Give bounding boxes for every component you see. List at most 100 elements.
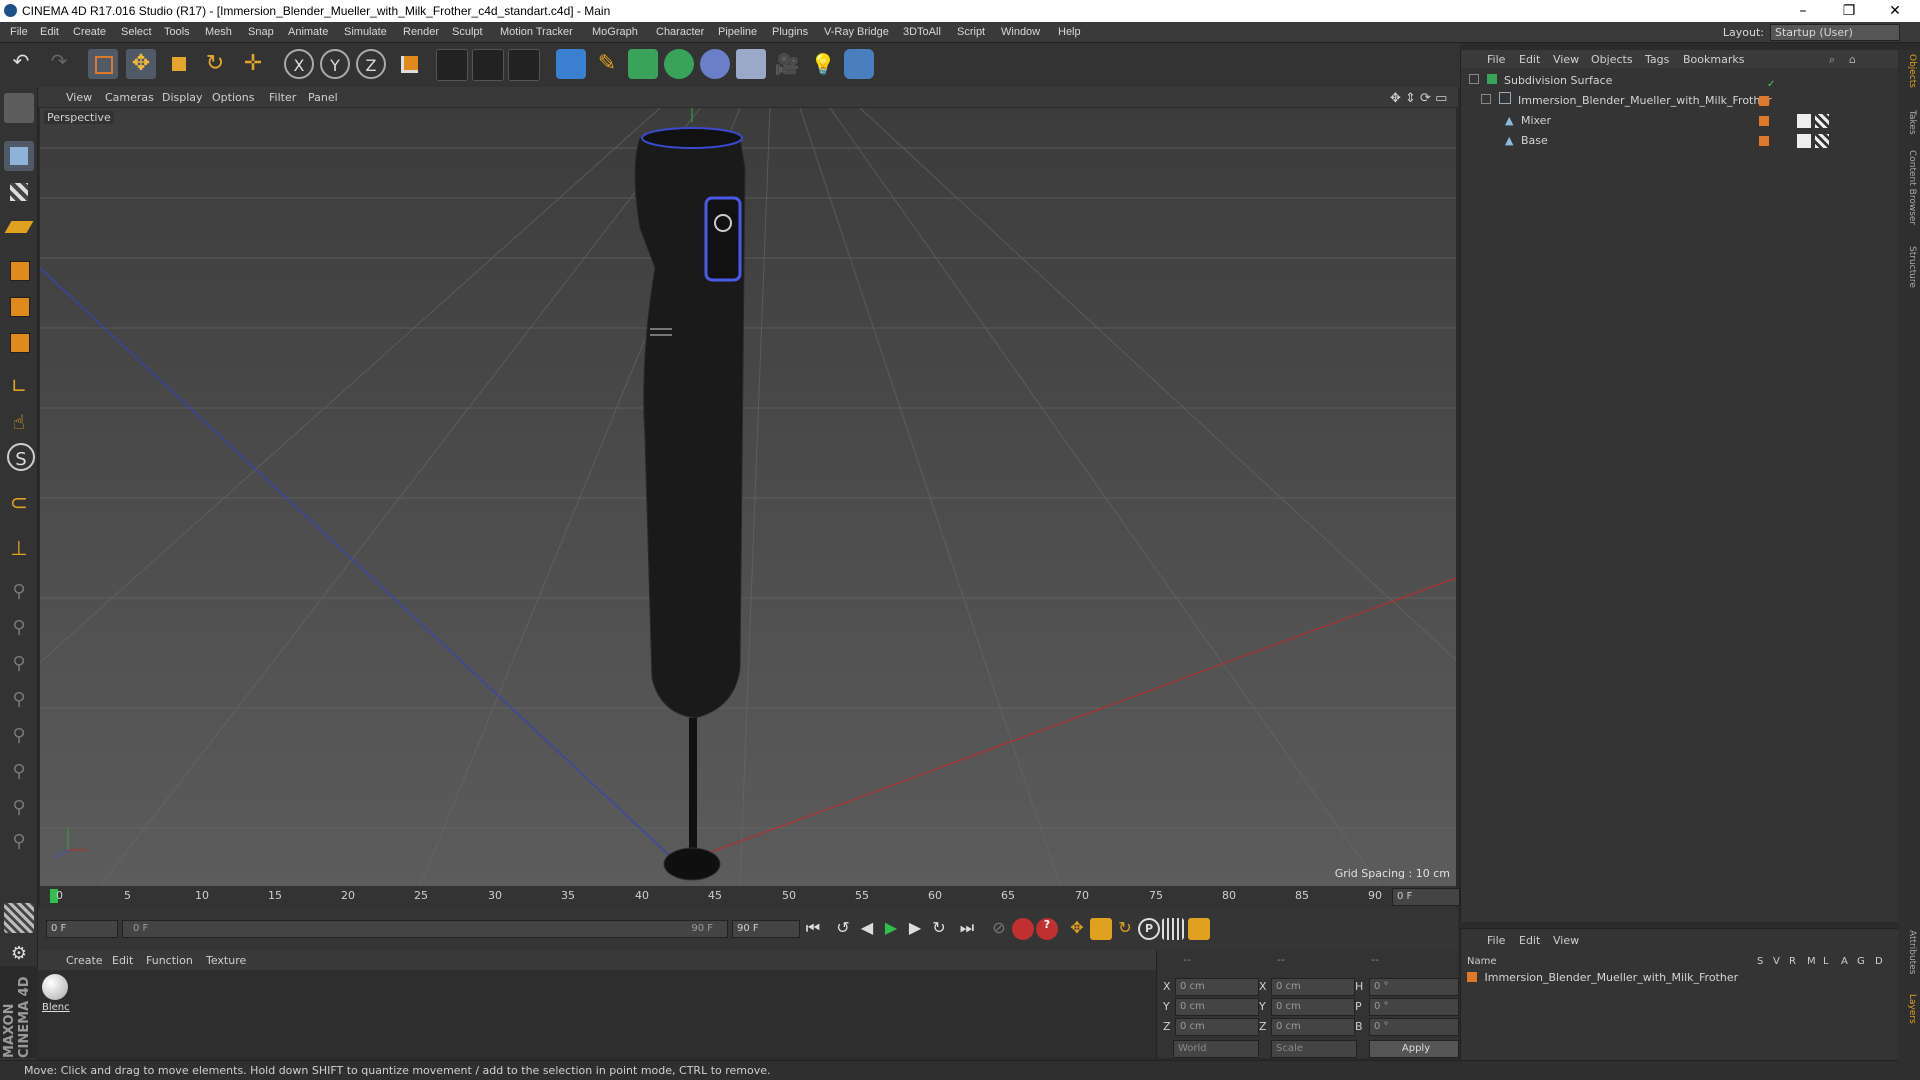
object-row-immersion-blender[interactable]: Immersion_Blender_Mueller_with_Milk_Frot…	[1481, 92, 1889, 110]
x-axis-lock-icon[interactable]: X	[284, 49, 314, 79]
next-frame-icon[interactable]: ▶	[904, 918, 926, 940]
perspective-viewport[interactable]: Perspective Grid Spacing : 10 cm	[40, 108, 1456, 886]
magnet-icon[interactable]: ⊂	[4, 489, 34, 519]
previous-key-icon[interactable]: ↺	[832, 918, 854, 940]
workplane-mode-icon[interactable]	[4, 213, 34, 243]
current-frame-field[interactable]: 0 F	[1392, 888, 1460, 906]
tab-attributes[interactable]: Attributes	[1901, 930, 1917, 974]
start-frame-field[interactable]: 0 F	[46, 920, 118, 938]
viewport-menu-panel[interactable]: Panel	[308, 91, 338, 104]
sculpt-tool-5-icon[interactable]: ⚲	[4, 721, 34, 751]
menu-motion-tracker[interactable]: Motion Tracker	[500, 26, 573, 38]
previous-frame-icon[interactable]: ◀	[856, 918, 878, 940]
next-key-icon[interactable]: ↻	[928, 918, 950, 940]
spline-pen-icon[interactable]: ✎	[592, 49, 622, 79]
coordinate-mode-dropdown[interactable]: World	[1173, 1040, 1259, 1058]
tab-layers[interactable]: Layers	[1901, 994, 1917, 1024]
timeline-ruler[interactable]: 0 5 10 15 20 25 30 35 40 45 50 55 60 65 …	[40, 886, 1460, 908]
menu-pipeline[interactable]: Pipeline	[718, 26, 757, 38]
menu-window[interactable]: Window	[1001, 26, 1040, 38]
material-menu-edit[interactable]: Edit	[112, 954, 133, 967]
menu-create[interactable]: Create	[73, 26, 106, 38]
material-menu-texture[interactable]: Texture	[206, 954, 246, 967]
rotation-b-field[interactable]: 0 °	[1369, 1018, 1459, 1036]
make-editable-icon[interactable]	[4, 93, 34, 123]
sculpt-tool-6-icon[interactable]: ⚲	[4, 757, 34, 787]
menu-script[interactable]: Script	[957, 26, 985, 38]
layer-color-tag[interactable]	[1759, 136, 1769, 146]
undo-icon[interactable]: ↶	[6, 49, 36, 79]
tab-objects[interactable]: Objects	[1901, 54, 1917, 88]
coordinate-system-icon[interactable]	[394, 49, 424, 79]
menu-animate[interactable]: Animate	[288, 26, 328, 38]
viewport-menu-display[interactable]: Display	[162, 91, 203, 104]
viewport-menu-options[interactable]: Options	[212, 91, 254, 104]
material-tag-icon[interactable]	[1797, 134, 1811, 148]
rotation-h-field[interactable]: 0 °	[1369, 978, 1459, 996]
floor-object-icon[interactable]	[736, 49, 766, 79]
object-menu-objects[interactable]: Objects	[1591, 53, 1633, 66]
sculpt-tool-1-icon[interactable]: ⚲	[4, 577, 34, 607]
maximize-button[interactable]: ❐	[1826, 0, 1872, 22]
material-menu-function[interactable]: Function	[146, 954, 193, 967]
size-z-field[interactable]: 0 cm	[1271, 1018, 1355, 1036]
key-pla-icon[interactable]	[1162, 918, 1184, 940]
axis-mode-icon[interactable]: ∟	[4, 371, 34, 401]
object-row-subdivision-surface[interactable]: Subdivision Surface ✓	[1469, 72, 1889, 90]
light-icon[interactable]: 💡	[808, 49, 838, 79]
layer-menu-view[interactable]: View	[1553, 934, 1579, 947]
layer-menu-edit[interactable]: Edit	[1519, 934, 1540, 947]
edges-mode-icon[interactable]	[4, 291, 34, 321]
collapse-icon[interactable]	[1469, 74, 1479, 84]
key-position-icon[interactable]: ✥	[1066, 918, 1088, 940]
position-x-field[interactable]: 0 cm	[1175, 978, 1259, 996]
key-parameter-icon[interactable]: P	[1138, 918, 1160, 940]
cloner-icon[interactable]	[664, 49, 694, 79]
subdivision-surface-icon[interactable]	[628, 49, 658, 79]
layout-dropdown[interactable]: Startup (User)	[1770, 24, 1900, 41]
rotation-p-field[interactable]: 0 °	[1369, 998, 1459, 1016]
tab-structure[interactable]: Structure	[1901, 246, 1917, 288]
layer-color-tag[interactable]	[1759, 116, 1769, 126]
position-y-field[interactable]: 0 cm	[1175, 998, 1259, 1016]
points-mode-icon[interactable]	[4, 255, 34, 285]
menu-character[interactable]: Character	[656, 26, 704, 38]
go-to-start-icon[interactable]: ⏮	[802, 918, 824, 940]
frame-range-slider[interactable]: 0 F 90 F	[122, 920, 728, 938]
rotate-tool-icon[interactable]: ↻	[200, 49, 230, 79]
transform-tool-icon[interactable]: ✛	[238, 49, 268, 79]
layer-color-tag[interactable]	[1759, 96, 1769, 106]
menu-sculpt[interactable]: Sculpt	[452, 26, 483, 38]
scale-tool-icon[interactable]	[164, 49, 194, 79]
polygons-mode-icon[interactable]	[4, 327, 34, 357]
object-menu-bookmarks[interactable]: Bookmarks	[1683, 53, 1744, 66]
autokey-icon[interactable]: ?	[1036, 918, 1058, 940]
grid-lock-icon[interactable]	[4, 903, 34, 933]
key-rotation-icon[interactable]: ↻	[1114, 918, 1136, 940]
menu-render[interactable]: Render	[403, 26, 439, 38]
menu-simulate[interactable]: Simulate	[344, 26, 387, 38]
tweak-mode-icon[interactable]: ☝	[4, 407, 34, 437]
sculpt-tool-4-icon[interactable]: ⚲	[4, 685, 34, 715]
viewport-menu-cameras[interactable]: Cameras	[105, 91, 154, 104]
sculpt-tool-2-icon[interactable]: ⚲	[4, 613, 34, 643]
menu-mesh[interactable]: Mesh	[205, 26, 232, 38]
object-menu-edit[interactable]: Edit	[1519, 53, 1540, 66]
sculpt-tool-8-icon[interactable]: ⚲	[4, 827, 34, 857]
key-scale-icon[interactable]	[1090, 918, 1112, 940]
object-row-base[interactable]: ▲ Base	[1505, 132, 1889, 150]
workplane-axis-icon[interactable]: ⊥	[4, 533, 34, 563]
end-frame-field[interactable]: 90 F	[732, 920, 800, 938]
object-menu-file[interactable]: File	[1487, 53, 1505, 66]
search-icon[interactable]: ⌕	[1829, 53, 1835, 67]
menu-edit[interactable]: Edit	[40, 26, 59, 38]
menu-help[interactable]: Help	[1058, 26, 1081, 38]
position-z-field[interactable]: 0 cm	[1175, 1018, 1259, 1036]
layer-row[interactable]: Immersion_Blender_Mueller_with_Milk_Frot…	[1467, 969, 1887, 987]
model-mode-icon[interactable]	[4, 141, 34, 171]
camera-icon[interactable]: 🎥	[772, 49, 802, 79]
menu-snap[interactable]: Snap	[248, 26, 274, 38]
menu-select[interactable]: Select	[121, 26, 152, 38]
record-disabled-icon[interactable]: ⊘	[988, 918, 1010, 940]
texture-tag-icon[interactable]	[1815, 114, 1829, 128]
